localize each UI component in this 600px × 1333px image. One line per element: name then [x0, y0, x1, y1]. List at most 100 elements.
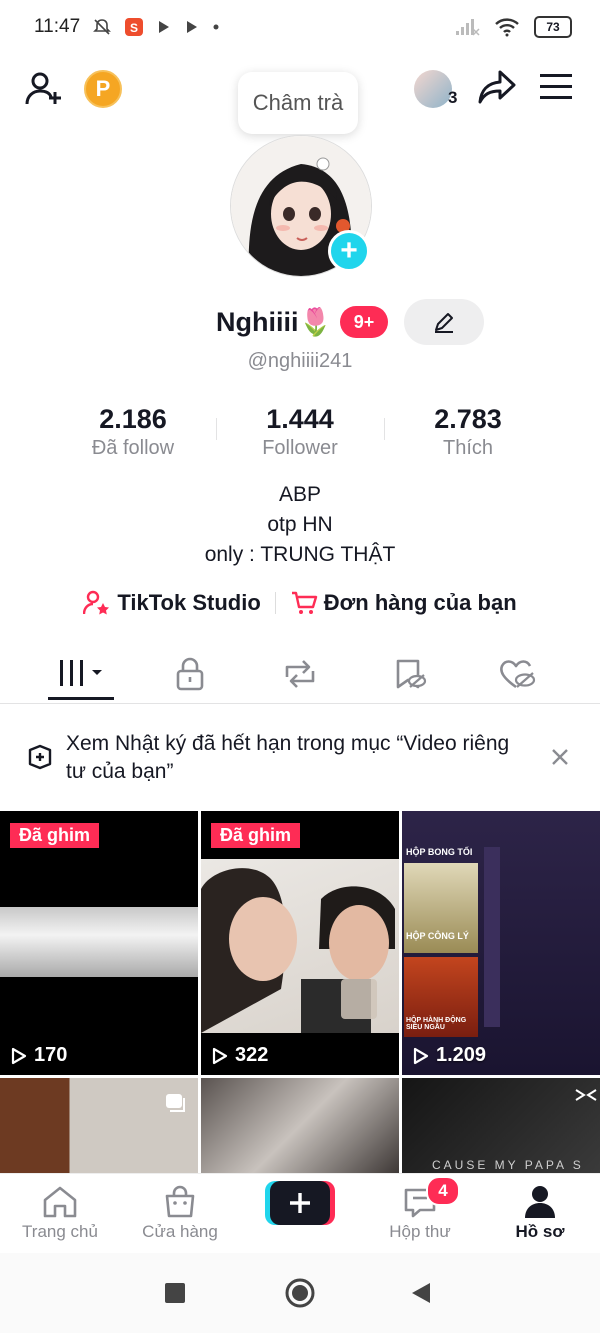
- followers-count: 1.444: [266, 404, 334, 434]
- studio-person-star-icon: [83, 590, 110, 615]
- notice-text: Xem Nhật ký đã hết hạn trong mục “Video …: [66, 732, 510, 783]
- nav-shop-label: Cửa hàng: [142, 1222, 218, 1241]
- game-box-label: HỘP CÔNG LÝ: [406, 931, 469, 941]
- shopping-bag-icon: [165, 1185, 195, 1218]
- likes-label: Thích: [442, 437, 494, 459]
- bio-line: only : TRUNG THẬT: [204, 543, 396, 566]
- recents-button-icon[interactable]: [165, 1283, 185, 1303]
- view-count-value: 170: [34, 1044, 68, 1066]
- play-outline-icon: [212, 1047, 228, 1064]
- share-icon[interactable]: [476, 66, 518, 108]
- nav-profile-label: Hồ sơ: [515, 1222, 565, 1241]
- video-thumbnail[interactable]: CAUSE MY PAPA S: [402, 1078, 600, 1173]
- view-count-value: 1.209: [436, 1044, 487, 1066]
- active-tab-indicator: [48, 697, 114, 700]
- tab-reposts[interactable]: [240, 645, 360, 703]
- tab-private[interactable]: [130, 645, 250, 703]
- video-thumbnail[interactable]: [201, 1078, 399, 1173]
- divider: [274, 592, 276, 614]
- tab-liked[interactable]: [458, 645, 578, 703]
- nav-inbox[interactable]: Hộp thư: [360, 1182, 480, 1242]
- menu-icon[interactable]: [538, 70, 574, 104]
- profile-links: TikTok Studio Đơn hàng của bạn: [0, 590, 600, 616]
- pinned-label: Đã ghim: [211, 823, 301, 848]
- create-button[interactable]: [265, 1181, 335, 1225]
- following-label: Đã follow: [91, 437, 175, 459]
- bio-line: ABP: [278, 483, 322, 506]
- game-box-label: HỘP HÀNH ĐỘNG SIÊU NGẦU: [406, 1017, 467, 1031]
- inbox-badge: 4: [426, 1176, 460, 1206]
- likes-stat[interactable]: 2.783 Thích: [378, 404, 558, 460]
- bell-muted-icon: [93, 19, 111, 35]
- friends-avatar[interactable]: [414, 70, 452, 108]
- play-outline-icon: [11, 1047, 27, 1064]
- capcut-icon: [575, 1089, 597, 1101]
- likes-count: 2.783: [434, 404, 502, 434]
- system-navigation-bar: [0, 1253, 600, 1333]
- notification-badge[interactable]: 9+: [340, 306, 388, 338]
- svg-text:S: S: [130, 21, 138, 35]
- nav-home-label: Trang chủ: [22, 1222, 98, 1241]
- tiktok-studio-link[interactable]: TikTok Studio: [117, 590, 260, 616]
- add-story-button[interactable]: +: [328, 230, 370, 272]
- back-button-icon[interactable]: [410, 1281, 432, 1305]
- followers-stat[interactable]: 1.444 Follower: [210, 404, 390, 460]
- thumbnail-image: [0, 907, 198, 977]
- view-count-value: 322: [235, 1044, 269, 1066]
- view-count: 170: [10, 1044, 67, 1067]
- tab-favorites[interactable]: [350, 645, 470, 703]
- bio-line: otp HN: [267, 513, 333, 536]
- video-thumbnail[interactable]: [0, 1078, 198, 1173]
- coin-icon[interactable]: P: [84, 70, 122, 108]
- video-caption: CAUSE MY PAPA S: [432, 1158, 584, 1172]
- status-time: 11:47: [34, 16, 81, 37]
- game-side-panel: [484, 847, 500, 1027]
- signal-icon: [456, 19, 480, 36]
- battery-indicator: 73: [534, 16, 572, 38]
- followers-label: Follower: [262, 437, 338, 459]
- profile-bio: ABP otp HN only : TRUNG THẬT: [0, 480, 600, 570]
- wifi-icon: [495, 18, 519, 37]
- nav-shop[interactable]: Cửa hàng: [120, 1182, 240, 1242]
- following-stat[interactable]: 2.186 Đã follow: [43, 404, 223, 460]
- edit-profile-button[interactable]: [404, 299, 484, 345]
- tab-videos[interactable]: [22, 645, 142, 703]
- view-count: 322: [211, 1044, 268, 1067]
- nav-home[interactable]: Trang chủ: [0, 1182, 120, 1242]
- couple-photo: [201, 868, 395, 1033]
- nav-profile[interactable]: Hồ sơ: [480, 1182, 600, 1242]
- following-count: 2.186: [99, 404, 167, 434]
- pinned-label: Đã ghim: [10, 823, 100, 848]
- bookmark-eye-icon: [396, 659, 427, 689]
- friends-count: 3: [448, 88, 458, 107]
- grid-icon: [60, 660, 102, 686]
- video-thumbnail[interactable]: Đã ghim 322: [201, 811, 399, 1075]
- multi-photo-icon: [166, 1094, 185, 1112]
- status-notification-icons: S: [92, 17, 220, 37]
- video-grid: Đã ghim 170 Đã ghim 322 HỘP BONG TỐI HỘP…: [0, 811, 600, 1173]
- display-name: Nghiiii🌷: [216, 307, 333, 337]
- play-outline-icon: [413, 1047, 429, 1064]
- view-count: 1.209: [412, 1044, 486, 1067]
- close-icon[interactable]: [549, 746, 571, 768]
- profile-tabs: [0, 645, 600, 704]
- home-button-icon[interactable]: [284, 1277, 316, 1309]
- status-bubble[interactable]: Châm trà: [238, 72, 358, 134]
- video-thumbnail[interactable]: Đã ghim 170: [0, 811, 198, 1075]
- home-icon: [43, 1186, 77, 1218]
- status-right-icons: 73: [454, 16, 572, 38]
- play-store-icon: [159, 21, 169, 33]
- status-bar: 11:47 S 73: [0, 0, 600, 56]
- video-thumbnail[interactable]: HỘP BONG TỐI HỘP CÔNG LÝ HỘP HÀNH ĐỘNG S…: [402, 811, 600, 1075]
- more-dot-icon: [213, 24, 219, 30]
- cart-icon: [291, 591, 317, 614]
- add-friend-icon[interactable]: [22, 68, 66, 112]
- heart-eye-icon: [500, 660, 536, 689]
- play-store-icon-2: [187, 21, 197, 33]
- diary-plus-icon: [28, 744, 52, 770]
- game-title-text: HỘP BONG TỐI: [406, 847, 473, 857]
- nav-inbox-label: Hộp thư: [389, 1222, 451, 1241]
- profile-icon: [525, 1186, 555, 1218]
- orders-link[interactable]: Đơn hàng của bạn: [324, 590, 517, 616]
- pencil-icon: [435, 313, 453, 333]
